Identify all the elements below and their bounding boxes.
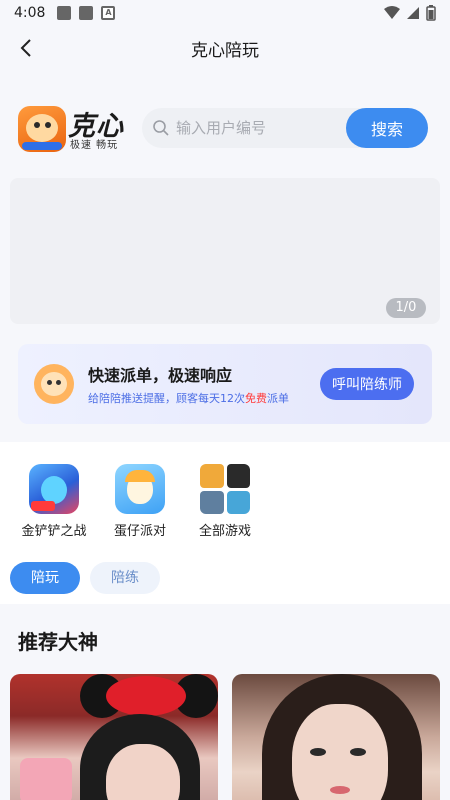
jinchanchan-game-icon	[29, 464, 79, 514]
tab-peilian[interactable]: 陪练	[90, 562, 160, 594]
promo-title: 快速派单，极速响应	[88, 366, 233, 385]
notification-icon	[57, 6, 72, 20]
wifi-icon	[384, 6, 400, 19]
chevron-left-icon	[20, 39, 31, 57]
game-item-jinchanchan[interactable]: 金铲铲之战	[12, 464, 96, 539]
search-row: 克心 极速 畅玩 搜索	[0, 100, 450, 158]
search-icon	[153, 120, 169, 136]
all-games-grid-icon	[200, 464, 250, 514]
promo-free-highlight: 免费	[245, 392, 267, 405]
game-label: 金铲铲之战	[21, 524, 87, 539]
back-button[interactable]	[10, 32, 42, 64]
banner-page-indicator: 1/0	[386, 298, 426, 318]
banner-carousel[interactable]: 1/0	[10, 178, 440, 324]
recommend-card[interactable]	[10, 674, 218, 800]
section-title: 推荐大神	[18, 630, 98, 654]
eggy-party-game-icon	[115, 464, 165, 514]
recommend-card[interactable]	[232, 674, 440, 800]
battery-icon	[426, 5, 436, 21]
tab-peiwan[interactable]: 陪玩	[10, 562, 80, 594]
search-box: 搜索	[142, 108, 428, 148]
game-label: 蛋仔派对	[113, 524, 166, 539]
search-input[interactable]	[176, 108, 336, 148]
notification-icon	[79, 6, 94, 20]
call-coach-button[interactable]: 呼叫陪练师	[320, 368, 414, 400]
header-bar: 克心陪玩	[0, 26, 450, 70]
search-button[interactable]: 搜索	[346, 108, 428, 148]
game-label: 全部游戏	[198, 524, 251, 539]
logo-subtext: 极速 畅玩	[70, 140, 119, 151]
promo-subtitle: 给陪陪推送提醒，顾客每天12次免费派单	[88, 392, 289, 405]
notification-a-icon: A	[101, 6, 116, 20]
signal-icon	[407, 7, 419, 19]
game-section: 金铲铲之战 蛋仔派对 全部游戏 陪玩 陪练	[0, 442, 450, 604]
quick-dispatch-card: 快速派单，极速响应 给陪陪推送提醒，顾客每天12次免费派单 呼叫陪练师	[18, 344, 432, 424]
app-logo: 克心 极速 畅玩	[18, 102, 126, 154]
tiger-mascot-icon	[18, 106, 66, 152]
status-time: 4:08	[14, 5, 46, 21]
status-bar: 4:08 A	[0, 0, 450, 26]
tiger-mascot-icon	[34, 364, 74, 404]
page-title: 克心陪玩	[191, 40, 259, 61]
game-item-all-games[interactable]: 全部游戏	[183, 464, 267, 539]
game-item-eggy-party[interactable]: 蛋仔派对	[98, 464, 182, 539]
